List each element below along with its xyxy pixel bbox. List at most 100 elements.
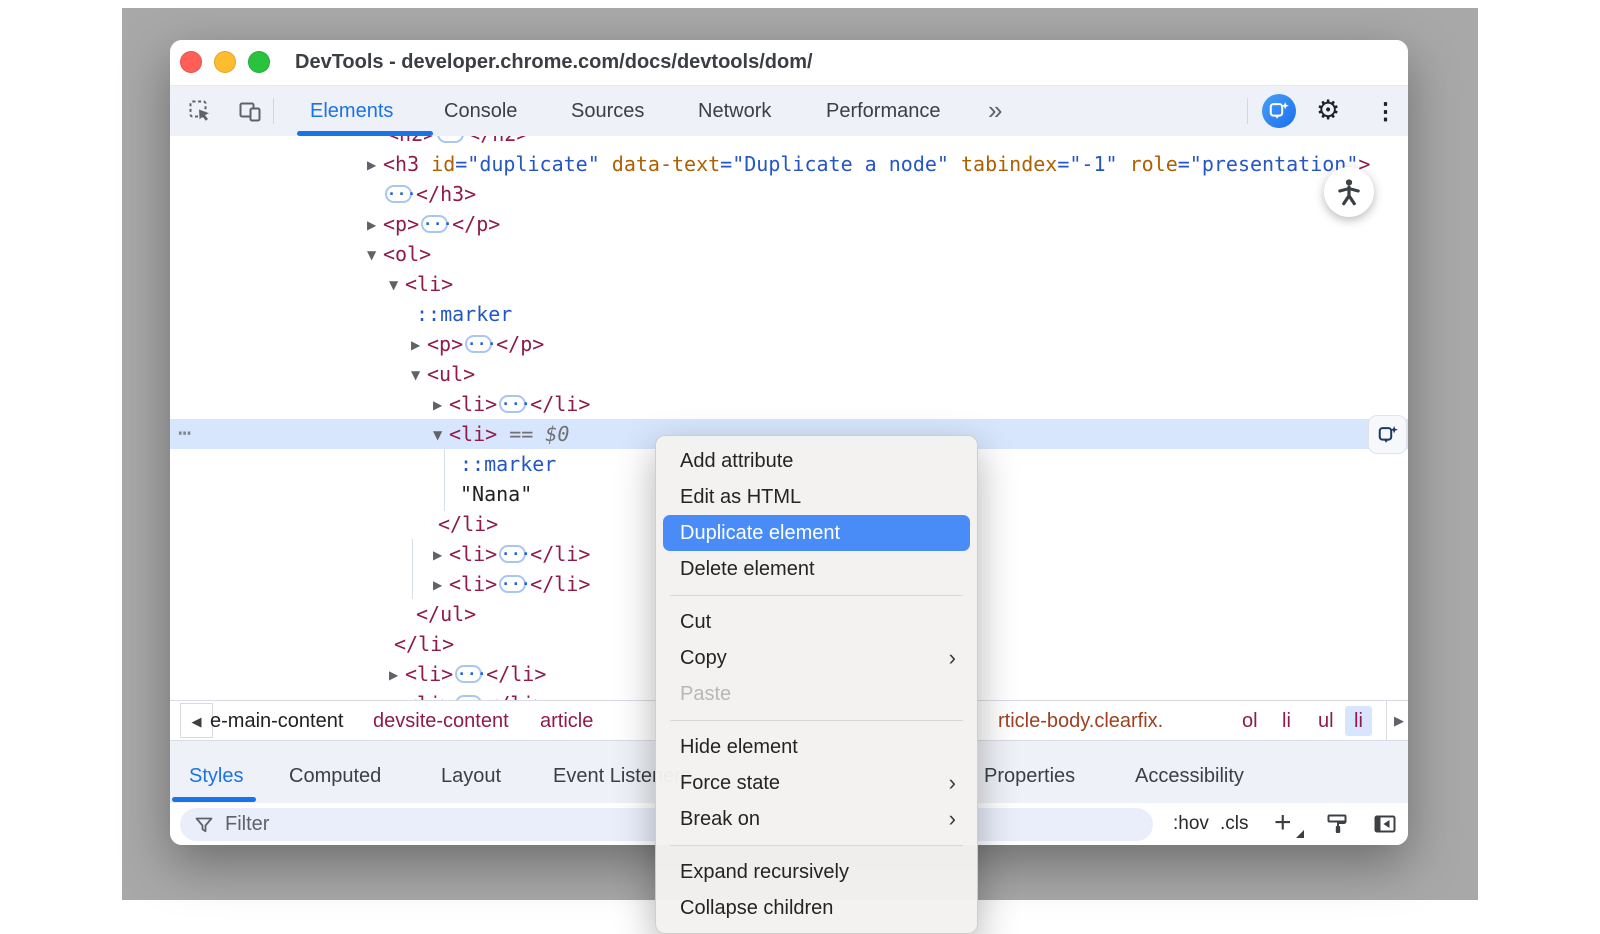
code-token-tag: <h2> (387, 136, 435, 146)
code-token-tag: </li> (438, 512, 498, 536)
close-window-button[interactable] (180, 51, 202, 73)
dom-row[interactable]: ···</h3> (170, 179, 1408, 209)
dom-row[interactable]: ▶<h3 id="duplicate" data-text="Duplicate… (170, 149, 1408, 179)
collapsed-arrow-icon[interactable]: ▶ (367, 150, 383, 180)
collapsed-arrow-icon[interactable]: ▶ (433, 570, 449, 600)
menu-item-edit-as-html[interactable]: Edit as HTML (663, 479, 970, 515)
more-options-icon[interactable]: ⋮ (1374, 86, 1397, 136)
breadcrumb-rticle-body-clearfix[interactable]: rticle-body.clearfix. (998, 701, 1163, 741)
breadcrumb-li[interactable]: li (1282, 701, 1291, 741)
ai-assistance-icon[interactable] (1262, 94, 1296, 128)
tab-elements[interactable]: Elements (310, 86, 393, 136)
breadcrumb-e-main-content[interactable]: e-main-content (210, 701, 343, 741)
collapsed-content-ellipsis[interactable]: ··· (499, 545, 526, 563)
settings-gear-icon[interactable]: ⚙ (1316, 86, 1340, 136)
menu-item-break-on[interactable]: Break on› (663, 801, 970, 837)
dom-row[interactable]: ▶<li>···</li> (170, 389, 1408, 419)
collapsed-content-ellipsis[interactable]: ··· (385, 185, 412, 203)
expanded-arrow-icon[interactable]: ▼ (433, 420, 449, 450)
code-token-tag: <h3 (383, 152, 419, 176)
menu-item-hide-element[interactable]: Hide element (663, 729, 970, 765)
collapsed-arrow-icon[interactable]: ▶ (389, 660, 405, 690)
collapsed-content-ellipsis[interactable]: ··· (455, 665, 482, 683)
minimize-window-button[interactable] (214, 51, 236, 73)
dom-row[interactable]: ▶<p>···</p> (170, 209, 1408, 239)
new-style-rule-button[interactable]: + (1274, 803, 1292, 843)
subtab-layout[interactable]: Layout (441, 751, 501, 801)
code-token-pseudo: ::marker (460, 452, 556, 476)
dom-row[interactable]: <h2>···</h2> (170, 136, 1408, 149)
collapsed-arrow-icon[interactable]: ▶ (367, 210, 383, 240)
rendering-brush-icon[interactable] (1325, 812, 1349, 836)
breadcrumb-article[interactable]: article (540, 701, 593, 741)
code-token-tag: </p> (452, 212, 500, 236)
subtab-styles[interactable]: Styles (189, 751, 243, 801)
menu-item-force-state[interactable]: Force state› (663, 765, 970, 801)
device-toolbar-icon[interactable] (238, 99, 262, 123)
toggle-sidebar-icon[interactable] (1373, 812, 1397, 836)
code-token-attr: role (1118, 152, 1178, 176)
dom-row[interactable]: ▼<ol> (170, 239, 1408, 269)
menu-item-add-attribute[interactable]: Add attribute (663, 443, 970, 479)
toggle-element-state-button[interactable]: :hov (1173, 803, 1209, 845)
submenu-arrow-icon: › (949, 640, 956, 676)
menu-item-delete-element[interactable]: Delete element (663, 551, 970, 587)
code-token-tag: </h3> (416, 182, 476, 206)
breadcrumb-scroll-right-button[interactable]: ▶ (1386, 701, 1408, 741)
element-classes-button[interactable]: .cls (1220, 803, 1249, 845)
breadcrumb-devsite-content[interactable]: devsite-content (373, 701, 509, 741)
menu-item-expand-recursively[interactable]: Expand recursively (663, 854, 970, 890)
expanded-arrow-icon[interactable]: ▼ (411, 360, 427, 390)
tab-sources[interactable]: Sources (571, 86, 644, 136)
accessibility-helper-button[interactable] (1324, 167, 1374, 217)
collapsed-arrow-icon[interactable]: ▶ (433, 390, 449, 420)
zoom-window-button[interactable] (248, 51, 270, 73)
code-token-tag: <ul> (427, 362, 475, 386)
collapsed-content-ellipsis[interactable]: ··· (499, 395, 526, 413)
collapsed-content-ellipsis[interactable]: ··· (499, 575, 526, 593)
collapsed-arrow-icon[interactable]: ▶ (433, 540, 449, 570)
collapsed-content-ellipsis[interactable]: ··· (437, 136, 464, 143)
code-token-tag: </li> (394, 632, 454, 656)
filter-input[interactable] (223, 812, 547, 837)
code-token-tag: <li> (449, 572, 497, 596)
tab-performance[interactable]: Performance (826, 86, 941, 136)
collapsed-arrow-icon[interactable]: ▶ (411, 330, 427, 360)
code-token-tag: </li> (486, 662, 546, 686)
code-token-tag: <li> (405, 692, 453, 700)
menu-item-collapse-children[interactable]: Collapse children (663, 890, 970, 926)
expanded-arrow-icon[interactable]: ▼ (367, 240, 383, 270)
inspect-element-icon[interactable] (188, 99, 212, 123)
expanded-arrow-icon[interactable]: ▼ (389, 270, 405, 300)
collapsed-arrow-icon[interactable]: ▶ (389, 690, 405, 700)
tab-console[interactable]: Console (444, 86, 517, 136)
dom-row[interactable]: ::marker (170, 299, 1408, 329)
code-token-tag: <li> (405, 662, 453, 686)
subtab-accessibility[interactable]: Accessibility (1135, 751, 1244, 801)
menu-item-cut[interactable]: Cut (663, 604, 970, 640)
window-title: DevTools - developer.chrome.com/docs/dev… (295, 40, 813, 85)
code-token-val: ="-1" (1057, 152, 1117, 176)
breadcrumb-scroll-left-button[interactable]: ◀ (180, 703, 213, 738)
collapsed-content-ellipsis[interactable]: ··· (421, 215, 448, 233)
menu-item-copy[interactable]: Copy› (663, 640, 970, 676)
tab-network[interactable]: Network (698, 86, 771, 136)
dom-row[interactable]: ▼<li> (170, 269, 1408, 299)
devtools-toolbar: Elements Console Sources Network Performance… (170, 86, 1408, 137)
toolbar-separator-right (1247, 98, 1248, 124)
more-tabs-icon[interactable]: » (988, 86, 1000, 134)
breadcrumb-ul[interactable]: ul (1318, 701, 1334, 741)
code-token-attr: data-text (600, 152, 720, 176)
dom-row[interactable]: ▶<p>···</p> (170, 329, 1408, 359)
dom-row[interactable]: ▼<ul> (170, 359, 1408, 389)
subtab-properties[interactable]: Properties (984, 751, 1075, 801)
collapsed-content-ellipsis[interactable]: ··· (465, 335, 492, 353)
menu-item-duplicate-element[interactable]: Duplicate element (663, 515, 970, 551)
breadcrumb-ol[interactable]: ol (1242, 701, 1258, 741)
code-token-tag: </li> (486, 692, 546, 700)
code-token-tag: <li> (449, 392, 497, 416)
subtab-computed[interactable]: Computed (289, 751, 381, 801)
breadcrumb-li-selected[interactable]: li (1345, 706, 1372, 736)
row-more-actions-dots[interactable]: ⋯ (178, 419, 193, 449)
code-token-attr: id (419, 152, 455, 176)
